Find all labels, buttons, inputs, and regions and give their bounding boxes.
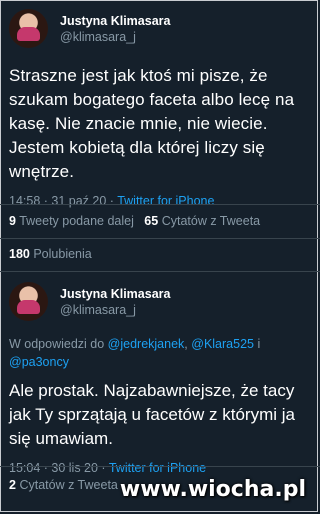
- reply-context: W odpowiedzi do @jedrekjanek, @Klara525 …: [9, 335, 311, 371]
- avatar[interactable]: [9, 282, 48, 321]
- mention-link[interactable]: @jedrekjanek: [108, 337, 185, 351]
- tweet-reply[interactable]: Justyna Klimasara @klimasara_j W odpowie…: [9, 282, 311, 475]
- divider: [0, 238, 320, 239]
- tweet-text: Straszne jest jak ktoś mi pisze, że szuk…: [9, 66, 295, 181]
- mention-link[interactable]: @pa3oncy: [9, 355, 69, 369]
- tweet-timestamp[interactable]: 14:58 · 31 paź 20 ·: [9, 194, 117, 208]
- tweet-likes-stats: 180 Polubienia: [9, 247, 92, 261]
- like-label[interactable]: Polubienia: [33, 247, 91, 261]
- avatar[interactable]: [9, 9, 48, 48]
- mention-link[interactable]: @Klara525: [191, 337, 254, 351]
- divider: [0, 466, 320, 467]
- watermark-logo: www.wiocha.pl: [119, 477, 306, 502]
- divider: [0, 204, 320, 205]
- tweet-text: Ale prostak. Najzabawniejsze, że tacy ja…: [9, 381, 295, 448]
- tweet-header: Justyna Klimasara @klimasara_j: [9, 282, 311, 321]
- tweet-meta: 15:04 · 30 lis 20 · Twitter for iPhone: [9, 461, 311, 475]
- user-handle[interactable]: @klimasara_j: [60, 29, 170, 45]
- user-handle[interactable]: @klimasara_j: [60, 302, 170, 318]
- quote-label[interactable]: Cytatów z Tweeta: [162, 214, 260, 228]
- display-name[interactable]: Justyna Klimasara: [60, 13, 170, 29]
- tweet-meta: 14:58 · 31 paź 20 · Twitter for iPhone: [9, 194, 311, 208]
- tweet-source-link[interactable]: Twitter for iPhone: [117, 194, 214, 208]
- tweet-header: Justyna Klimasara @klimasara_j: [9, 9, 311, 48]
- like-count[interactable]: 180: [9, 247, 30, 261]
- reply-prefix: W odpowiedzi do: [9, 337, 108, 351]
- quote-count[interactable]: 2: [9, 478, 16, 492]
- tweet-engagement-stats: 9 Tweety podane dalej 65 Cytatów z Tweet…: [9, 214, 260, 228]
- quote-count[interactable]: 65: [144, 214, 158, 228]
- quote-label[interactable]: Cytatów z Tweeta: [19, 478, 117, 492]
- tweet-main[interactable]: Justyna Klimasara @klimasara_j Straszne …: [9, 9, 311, 208]
- tweet-engagement-stats: 2 Cytatów z Tweeta: [9, 478, 118, 492]
- retweet-count[interactable]: 9: [9, 214, 16, 228]
- reply-separator: i: [253, 337, 261, 351]
- divider: [0, 271, 320, 272]
- display-name[interactable]: Justyna Klimasara: [60, 286, 170, 302]
- tweet-timestamp[interactable]: 15:04 · 30 lis 20 ·: [9, 461, 109, 475]
- tweet-source-link[interactable]: Twitter for iPhone: [109, 461, 206, 475]
- retweet-label[interactable]: Tweety podane dalej: [19, 214, 134, 228]
